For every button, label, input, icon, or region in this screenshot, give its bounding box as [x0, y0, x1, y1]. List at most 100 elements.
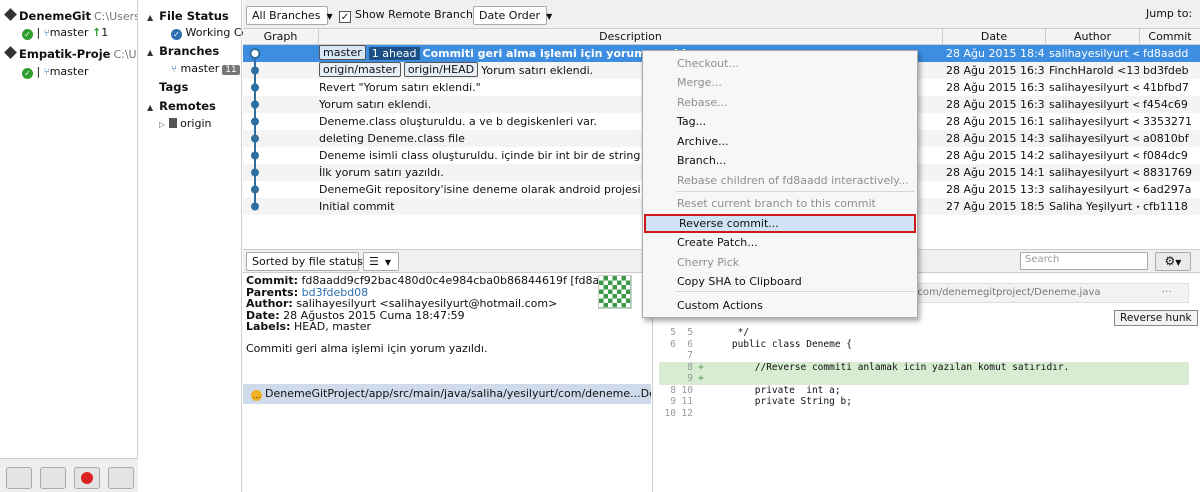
new-line-number: 6: [687, 338, 693, 350]
commit-hash: cfb1118: [1143, 200, 1188, 213]
add-repo-button[interactable]: [6, 467, 32, 489]
commit-date: 28 Ağu 2015 16:36: [946, 64, 1044, 77]
commit-date: 28 Ağu 2015 16:36: [946, 81, 1044, 94]
diff-line-added: 9 +: [659, 373, 1189, 385]
menu-item-custom-actions[interactable]: Custom Actions: [644, 296, 916, 315]
working-copy-icon: ✓: [171, 29, 182, 40]
commit-message-text: deleting Deneme.class file: [319, 132, 465, 145]
commit-date: 28 Ağu 2015 13:38: [946, 183, 1044, 196]
settings-dropdown[interactable]: ⚙▼: [1155, 252, 1191, 271]
menu-item-rebase[interactable]: Rebase...: [644, 93, 916, 112]
reverse-hunk-button[interactable]: Reverse hunk: [1114, 310, 1198, 326]
commit-node: [251, 83, 259, 92]
sidebar-item-master[interactable]: ⑂ master 11: [171, 62, 240, 75]
menu-item-checkout[interactable]: Checkout...: [644, 54, 916, 73]
menu-item-reset-current-branch-to-this-commit[interactable]: Reset current branch to this commit: [644, 194, 916, 213]
sidebar-item-origin[interactable]: ▷ origin: [159, 117, 211, 130]
commit-date: 28 Ağu 2015 16:36: [946, 98, 1044, 111]
clone-button[interactable]: [40, 467, 66, 489]
diff-marker: +: [698, 361, 704, 373]
view-mode-select[interactable]: ☰ ▼: [363, 252, 399, 271]
new-line-number: 12: [681, 407, 693, 419]
commit-author: salihayesilyurt <sal: [1049, 115, 1139, 128]
commit-hash: a0810bf: [1143, 132, 1189, 145]
server-icon: [168, 118, 177, 128]
sort-select[interactable]: Sorted by file status▼: [246, 252, 375, 271]
expand-arrow-icon[interactable]: ▲: [147, 48, 153, 57]
expand-arrow-icon[interactable]: ▲: [147, 103, 153, 112]
commit-details: Commit: fd8aadd9cf92bac480d0c4e984cba0b8…: [243, 273, 651, 383]
menu-item-branch[interactable]: Branch...: [644, 151, 916, 170]
sidebar-item-working-copy[interactable]: ✓ Working Co: [171, 26, 248, 40]
repo-toolbar: [0, 458, 138, 492]
column-header-date[interactable]: Date: [943, 29, 1046, 45]
gear-icon: ⚙: [1164, 254, 1176, 268]
column-header-author[interactable]: Author: [1046, 29, 1140, 45]
settings-button[interactable]: [108, 467, 134, 489]
commit-date: 27 Ağu 2015 18:57: [946, 200, 1044, 213]
old-line-number: 8: [670, 384, 676, 396]
sidebar-branches[interactable]: ▲ Branches: [147, 44, 219, 58]
hunk-more-icon[interactable]: ···: [1162, 284, 1172, 302]
commit-author: salihayesilyurt <sal: [1049, 81, 1139, 94]
menu-item-create-patch[interactable]: Create Patch...: [644, 233, 916, 252]
commit-node: [251, 100, 259, 109]
menu-item-tag[interactable]: Tag...: [644, 112, 916, 131]
sidebar-remotes[interactable]: ▲ Remotes: [147, 99, 216, 113]
diff-line: 10 12: [659, 408, 1189, 420]
new-line-number: 8: [687, 361, 693, 373]
commit-node: [251, 134, 259, 143]
menu-item-rebase-children-of-fd8aadd-interactively[interactable]: Rebase children of fd8aadd interactively…: [644, 171, 916, 190]
history-toolbar: All Branches ▼ ✓ Show Remote Branches Date…: [243, 0, 1200, 29]
branch-filter-select[interactable]: All Branches ▼: [246, 6, 333, 25]
branch-label: origin/master: [319, 62, 401, 77]
diff-code: private String b;: [709, 396, 852, 407]
column-header-graph[interactable]: Graph: [243, 29, 319, 45]
repo-item-denemegit[interactable]: DenemeGitC:\Users\L: [4, 8, 137, 23]
menu-item-cherry-pick[interactable]: Cherry Pick: [644, 253, 916, 272]
repo-item-empatik[interactable]: Empatik-ProjeC:\Users: [4, 46, 137, 61]
search-input[interactable]: Search: [1020, 252, 1148, 270]
column-header-commit[interactable]: Commit: [1140, 29, 1200, 45]
old-line-number: 10: [664, 407, 676, 419]
menu-item-reverse-commit[interactable]: Reverse commit...: [644, 214, 916, 233]
diff-code: //Reverse commiti anlamak icin yazılan k…: [709, 361, 1070, 373]
sidebar-tags[interactable]: ▲Tags: [147, 80, 188, 94]
menu-item-archive[interactable]: Archive...: [644, 132, 916, 151]
changed-file-row[interactable]: … DenemeGitProject/app/src/main/java/sali…: [243, 384, 651, 404]
diff-code: */: [709, 327, 750, 338]
new-line-number: 9: [687, 373, 693, 384]
column-header-description[interactable]: Description: [319, 29, 943, 45]
jump-to-label: Jump to:: [1146, 7, 1193, 20]
commit-author: salihayesilyurt <sal: [1049, 149, 1139, 162]
diff-line: 9 11 private String b;: [659, 396, 1189, 408]
expand-arrow-icon[interactable]: ▲: [147, 13, 153, 22]
menu-item-merge[interactable]: Merge...: [644, 73, 916, 92]
commit-node: [251, 185, 259, 194]
branch-label: master: [319, 45, 366, 60]
commit-author: Saliha Yeşilyurt <sa: [1049, 200, 1139, 213]
show-remote-checkbox[interactable]: ✓ Show Remote Branches: [339, 8, 485, 23]
list-icon: ☰: [369, 255, 379, 268]
diff-line-added: 8 + //Reverse commiti anlamak icin yazıla…: [659, 361, 1189, 373]
commit-date: 28 Ağu 2015 14:29: [946, 149, 1044, 162]
commit-hash: 3353271: [1143, 115, 1192, 128]
check-icon: ✓: [22, 68, 33, 79]
collapse-arrow-icon[interactable]: ▷: [159, 120, 165, 129]
order-select[interactable]: Date Order ▼: [473, 6, 552, 25]
commit-node: [251, 168, 259, 177]
commit-date: 28 Ağu 2015 18:47: [946, 47, 1044, 60]
commit-message-text: Initial commit: [319, 200, 395, 213]
ahead-badge: 1 ahead: [368, 47, 420, 60]
sidebar-file-status[interactable]: ▲ File Status: [147, 9, 229, 23]
menu-item-copy-sha-to-clipboard[interactable]: Copy SHA to Clipboard: [644, 272, 916, 291]
remove-button[interactable]: [74, 467, 100, 489]
checkbox-checked-icon[interactable]: ✓: [339, 11, 351, 23]
avatar: [598, 275, 632, 309]
commit-node: [249, 48, 261, 59]
chevron-down-icon: ▼: [546, 12, 553, 21]
commit-author: FinchHarold <130€: [1049, 64, 1139, 77]
diff-marker: +: [698, 373, 704, 384]
diff-code: private int a;: [709, 384, 841, 396]
diff-line: 66 public class Deneme {: [659, 339, 1189, 351]
